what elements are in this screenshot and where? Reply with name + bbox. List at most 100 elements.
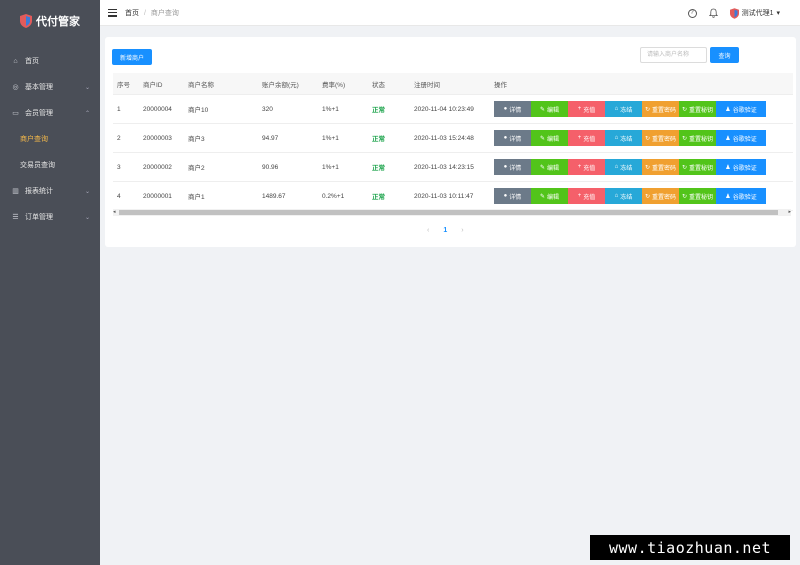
recharge-button[interactable]: + 充值: [568, 130, 605, 146]
col-header: 状态: [372, 81, 385, 89]
merchant-id: 20000003: [143, 134, 172, 142]
recharge-button[interactable]: + 充值: [568, 101, 605, 117]
edit-button[interactable]: ✎ 编辑: [531, 188, 568, 204]
google-verify-button[interactable]: ♟ 谷歌验证: [716, 159, 766, 175]
register-time: 2020-11-04 10:23:49: [414, 105, 474, 113]
detail-label: 详情: [509, 194, 522, 201]
detail-button[interactable]: ● 详情: [494, 159, 531, 175]
user-menu[interactable]: 测试代理1 ▾: [729, 7, 780, 19]
recharge-label: 充值: [583, 165, 596, 172]
col-header: 商户ID: [143, 81, 163, 89]
merchant-balance: 90.96: [262, 163, 279, 171]
scroll-right-icon[interactable]: ▸: [788, 209, 791, 215]
reset-password-button[interactable]: ↻ 重置密码: [642, 101, 679, 117]
horizontal-scrollbar[interactable]: ◂ ▸: [113, 209, 791, 216]
status-badge: 正常: [372, 194, 385, 201]
home-icon: ⌂: [13, 57, 18, 65]
search-button[interactable]: 查询: [710, 47, 739, 63]
scroll-left-icon[interactable]: ◂: [113, 209, 116, 215]
freeze-button[interactable]: ⌂ 冻结: [605, 159, 642, 175]
plus-icon: +: [577, 164, 582, 170]
reset-password-label: 重置密码: [652, 165, 677, 172]
help-icon[interactable]: ?: [687, 8, 697, 18]
sidebar-item-members[interactable]: ▭ 会员管理 ⌃: [0, 100, 100, 126]
sidebar-item-label: 商户查询: [20, 136, 48, 143]
merchant-name: 商户2: [188, 165, 205, 172]
shield-logo-icon: [20, 14, 32, 28]
reset-password-button[interactable]: ↻ 重置密码: [642, 188, 679, 204]
status-badge: 正常: [372, 136, 385, 143]
reset-key-button[interactable]: ↻ 重置秘钥: [679, 159, 716, 175]
edit-icon: ✎: [539, 135, 545, 142]
col-header: 费率(%): [322, 81, 346, 89]
reset-key-button[interactable]: ↻ 重置秘钥: [679, 188, 716, 204]
register-time: 2020-11-03 14:23:15: [414, 163, 474, 171]
reset-key-button[interactable]: ↻ 重置秘钥: [679, 130, 716, 146]
reset-password-button[interactable]: ↻ 重置密码: [642, 159, 679, 175]
status-badge: 正常: [372, 165, 385, 172]
reset-key-button[interactable]: ↻ 重置秘钥: [679, 101, 716, 117]
recharge-button[interactable]: + 充值: [568, 159, 605, 175]
google-verify-button[interactable]: ♟ 谷歌验证: [716, 188, 766, 204]
table-row: 2 20000003 商户3 94.97 1%+1 正常 2020-11-03 …: [113, 124, 793, 153]
recharge-button[interactable]: + 充值: [568, 188, 605, 204]
info-icon: ●: [503, 106, 508, 112]
merchant-search-input[interactable]: [640, 47, 707, 63]
edit-button[interactable]: ✎ 编辑: [531, 130, 568, 146]
chevron-up-icon: ⌃: [84, 110, 90, 117]
shield-avatar-icon: [729, 7, 739, 19]
sidebar-item-trader-query[interactable]: 交易员查询: [0, 152, 100, 178]
row-actions: ● 详情 ✎ 编辑 + 充值 ⌂ 冻结 ↻ 重置密码 ↻ 重置秘钥 ♟ 谷歌验证: [494, 159, 766, 175]
detail-button[interactable]: ● 详情: [494, 130, 531, 146]
globe-icon: ◎: [12, 84, 19, 91]
detail-button[interactable]: ● 详情: [494, 188, 531, 204]
add-merchant-button[interactable]: 新增商户: [112, 49, 152, 65]
sidebar-item-home[interactable]: ⌂ 首页: [0, 48, 100, 74]
scrollbar-thumb[interactable]: [119, 210, 778, 215]
recharge-label: 充值: [583, 107, 596, 114]
google-verify-label: 谷歌验证: [732, 165, 757, 172]
freeze-button[interactable]: ⌂ 冻结: [605, 101, 642, 117]
sidebar-item-orders[interactable]: ☰ 订单管理 ⌄: [0, 204, 100, 230]
edit-button[interactable]: ✎ 编辑: [531, 101, 568, 117]
info-icon: ●: [503, 193, 508, 199]
row-index: 3: [117, 163, 121, 171]
reset-key-label: 重置秘钥: [689, 194, 714, 201]
breadcrumb: 首页 / 商户查询: [125, 8, 179, 18]
menu-toggle-icon[interactable]: [108, 8, 117, 17]
plus-icon: +: [577, 193, 582, 199]
refresh-icon: ↻: [681, 106, 687, 113]
sidebar-item-basic[interactable]: ◎ 基本管理 ⌄: [0, 74, 100, 100]
chevron-down-icon: ⌄: [84, 188, 90, 195]
top-header: 首页 / 商户查询 ? 测试代理1 ▾: [100, 0, 800, 26]
col-header: 操作: [494, 81, 507, 89]
reset-password-button[interactable]: ↻ 重置密码: [642, 130, 679, 146]
list-icon: ☰: [12, 214, 19, 221]
bar-chart-icon: ▥: [12, 188, 19, 195]
freeze-button[interactable]: ⌂ 冻结: [605, 188, 642, 204]
prev-page-button[interactable]: ‹: [427, 227, 429, 234]
google-verify-button[interactable]: ♟ 谷歌验证: [716, 101, 766, 117]
merchant-rate: 1%+1: [322, 105, 339, 113]
freeze-button[interactable]: ⌂ 冻结: [605, 130, 642, 146]
page-number[interactable]: 1: [443, 227, 447, 234]
merchant-rate: 0.2%+1: [322, 192, 345, 200]
sidebar-item-merchant-query[interactable]: 商户查询: [0, 126, 100, 152]
sidebar-item-label: 报表统计: [25, 188, 53, 195]
edit-icon: ✎: [539, 164, 545, 171]
detail-button[interactable]: ● 详情: [494, 101, 531, 117]
merchant-id: 20000004: [143, 105, 172, 113]
briefcase-icon: ▭: [12, 110, 19, 117]
merchant-id: 20000001: [143, 192, 172, 200]
row-index: 4: [117, 192, 121, 200]
lock-icon: ⌂: [614, 106, 619, 112]
google-verify-button[interactable]: ♟ 谷歌验证: [716, 130, 766, 146]
sidebar-item-reports[interactable]: ▥ 报表统计 ⌄: [0, 178, 100, 204]
bell-icon[interactable]: [708, 8, 718, 18]
breadcrumb-current: 商户查询: [150, 9, 179, 17]
next-page-button[interactable]: ›: [461, 227, 463, 234]
row-actions: ● 详情 ✎ 编辑 + 充值 ⌂ 冻结 ↻ 重置密码 ↻ 重置秘钥 ♟ 谷歌验证: [494, 130, 766, 146]
breadcrumb-home[interactable]: 首页: [125, 10, 139, 17]
edit-button[interactable]: ✎ 编辑: [531, 159, 568, 175]
table-header: 序号 商户ID 商户名称 账户余额(元) 费率(%) 状态 注册时间 操作: [113, 73, 793, 95]
